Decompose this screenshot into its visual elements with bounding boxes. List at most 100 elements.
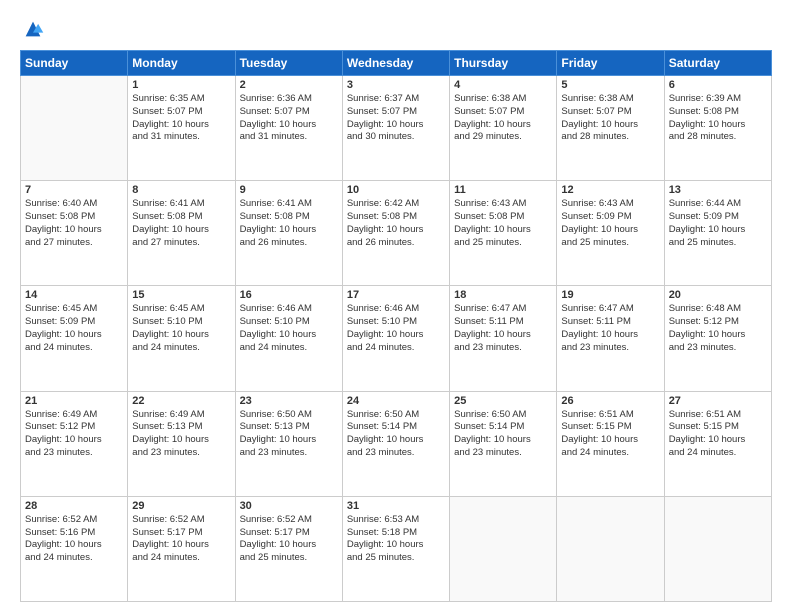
calendar-cell: 30 Sunrise: 6:52 AM Sunset: 5:17 PM Dayli… (235, 496, 342, 601)
calendar-cell: 19 Sunrise: 6:47 AM Sunset: 5:11 PM Dayli… (557, 286, 664, 391)
calendar-cell: 9 Sunrise: 6:41 AM Sunset: 5:08 PM Daylig… (235, 181, 342, 286)
calendar-week-row: 28Sunrise: 6:52 AM Sunset: 5:16 PM Dayli… (21, 496, 772, 601)
day-number: 29 (132, 500, 230, 512)
day-number: 27 (669, 395, 767, 407)
day-number: 9 (240, 184, 338, 196)
calendar-cell: 28Sunrise: 6:52 AM Sunset: 5:16 PM Dayli… (21, 496, 128, 601)
day-number: 4 (454, 79, 552, 91)
day-number: 10 (347, 184, 445, 196)
weekday-header: Monday (128, 51, 235, 76)
day-info: Sunrise: 6:50 AM Sunset: 5:13 PM Dayligh… (240, 409, 338, 460)
day-number: 7 (25, 184, 123, 196)
header (20, 18, 772, 40)
day-info: Sunrise: 6:41 AM Sunset: 5:08 PM Dayligh… (240, 198, 338, 249)
day-info: Sunrise: 6:52 AM Sunset: 5:17 PM Dayligh… (240, 514, 338, 565)
day-number: 28 (25, 500, 123, 512)
calendar-cell: 17 Sunrise: 6:46 AM Sunset: 5:10 PM Dayli… (342, 286, 449, 391)
calendar-cell: 7 Sunrise: 6:40 AM Sunset: 5:08 PM Daylig… (21, 181, 128, 286)
calendar-cell: 24 Sunrise: 6:50 AM Sunset: 5:14 PM Dayli… (342, 391, 449, 496)
calendar-cell: 4 Sunrise: 6:38 AM Sunset: 5:07 PM Daylig… (450, 76, 557, 181)
weekday-header: Wednesday (342, 51, 449, 76)
day-info: Sunrise: 6:41 AM Sunset: 5:08 PM Dayligh… (132, 198, 230, 249)
day-info: Sunrise: 6:53 AM Sunset: 5:18 PM Dayligh… (347, 514, 445, 565)
day-info: Sunrise: 6:36 AM Sunset: 5:07 PM Dayligh… (240, 93, 338, 144)
calendar-cell: 3 Sunrise: 6:37 AM Sunset: 5:07 PM Daylig… (342, 76, 449, 181)
calendar-cell: 21 Sunrise: 6:49 AM Sunset: 5:12 PM Dayli… (21, 391, 128, 496)
calendar-cell: 5 Sunrise: 6:38 AM Sunset: 5:07 PM Daylig… (557, 76, 664, 181)
day-info: Sunrise: 6:42 AM Sunset: 5:08 PM Dayligh… (347, 198, 445, 249)
day-number: 31 (347, 500, 445, 512)
weekday-header: Tuesday (235, 51, 342, 76)
day-number: 21 (25, 395, 123, 407)
calendar-cell: 27 Sunrise: 6:51 AM Sunset: 5:15 PM Dayli… (664, 391, 771, 496)
calendar-cell: 13Sunrise: 6:44 AM Sunset: 5:09 PM Dayli… (664, 181, 771, 286)
day-info: Sunrise: 6:50 AM Sunset: 5:14 PM Dayligh… (347, 409, 445, 460)
day-info: Sunrise: 6:46 AM Sunset: 5:10 PM Dayligh… (240, 303, 338, 354)
day-number: 2 (240, 79, 338, 91)
day-number: 17 (347, 289, 445, 301)
logo-icon (22, 18, 44, 40)
calendar-week-row: 7 Sunrise: 6:40 AM Sunset: 5:08 PM Daylig… (21, 181, 772, 286)
calendar-cell: 11Sunrise: 6:43 AM Sunset: 5:08 PM Dayli… (450, 181, 557, 286)
day-info: Sunrise: 6:37 AM Sunset: 5:07 PM Dayligh… (347, 93, 445, 144)
calendar-cell: 12Sunrise: 6:43 AM Sunset: 5:09 PM Dayli… (557, 181, 664, 286)
day-number: 20 (669, 289, 767, 301)
weekday-header: Thursday (450, 51, 557, 76)
day-info: Sunrise: 6:48 AM Sunset: 5:12 PM Dayligh… (669, 303, 767, 354)
day-number: 19 (561, 289, 659, 301)
calendar-cell: 16 Sunrise: 6:46 AM Sunset: 5:10 PM Dayli… (235, 286, 342, 391)
day-number: 16 (240, 289, 338, 301)
day-info: Sunrise: 6:40 AM Sunset: 5:08 PM Dayligh… (25, 198, 123, 249)
calendar-week-row: 21 Sunrise: 6:49 AM Sunset: 5:12 PM Dayli… (21, 391, 772, 496)
calendar-cell: 18Sunrise: 6:47 AM Sunset: 5:11 PM Dayli… (450, 286, 557, 391)
day-number: 3 (347, 79, 445, 91)
day-info: Sunrise: 6:38 AM Sunset: 5:07 PM Dayligh… (561, 93, 659, 144)
day-info: Sunrise: 6:46 AM Sunset: 5:10 PM Dayligh… (347, 303, 445, 354)
calendar-cell: 10 Sunrise: 6:42 AM Sunset: 5:08 PM Dayli… (342, 181, 449, 286)
weekday-header: Sunday (21, 51, 128, 76)
calendar-week-row: 14 Sunrise: 6:45 AM Sunset: 5:09 PM Dayli… (21, 286, 772, 391)
calendar-cell: 25 Sunrise: 6:50 AM Sunset: 5:14 PM Dayli… (450, 391, 557, 496)
calendar-cell: 14 Sunrise: 6:45 AM Sunset: 5:09 PM Dayli… (21, 286, 128, 391)
day-number: 11 (454, 184, 552, 196)
day-number: 14 (25, 289, 123, 301)
day-number: 30 (240, 500, 338, 512)
day-info: Sunrise: 6:38 AM Sunset: 5:07 PM Dayligh… (454, 93, 552, 144)
calendar-cell (21, 76, 128, 181)
day-number: 24 (347, 395, 445, 407)
day-info: Sunrise: 6:49 AM Sunset: 5:13 PM Dayligh… (132, 409, 230, 460)
calendar-cell (557, 496, 664, 601)
calendar-cell: 20 Sunrise: 6:48 AM Sunset: 5:12 PM Dayli… (664, 286, 771, 391)
day-number: 6 (669, 79, 767, 91)
calendar-cell: 31 Sunrise: 6:53 AM Sunset: 5:18 PM Dayli… (342, 496, 449, 601)
calendar-cell: 15Sunrise: 6:45 AM Sunset: 5:10 PM Dayli… (128, 286, 235, 391)
calendar-week-row: 1Sunrise: 6:35 AM Sunset: 5:07 PM Daylig… (21, 76, 772, 181)
day-info: Sunrise: 6:52 AM Sunset: 5:17 PM Dayligh… (132, 514, 230, 565)
calendar-cell (450, 496, 557, 601)
weekday-header-row: SundayMondayTuesdayWednesdayThursdayFrid… (21, 51, 772, 76)
day-number: 8 (132, 184, 230, 196)
day-info: Sunrise: 6:44 AM Sunset: 5:09 PM Dayligh… (669, 198, 767, 249)
day-info: Sunrise: 6:49 AM Sunset: 5:12 PM Dayligh… (25, 409, 123, 460)
day-number: 26 (561, 395, 659, 407)
day-info: Sunrise: 6:50 AM Sunset: 5:14 PM Dayligh… (454, 409, 552, 460)
day-info: Sunrise: 6:45 AM Sunset: 5:09 PM Dayligh… (25, 303, 123, 354)
day-number: 25 (454, 395, 552, 407)
day-info: Sunrise: 6:35 AM Sunset: 5:07 PM Dayligh… (132, 93, 230, 144)
day-number: 5 (561, 79, 659, 91)
day-info: Sunrise: 6:51 AM Sunset: 5:15 PM Dayligh… (561, 409, 659, 460)
day-number: 18 (454, 289, 552, 301)
calendar-cell: 26 Sunrise: 6:51 AM Sunset: 5:15 PM Dayli… (557, 391, 664, 496)
day-number: 23 (240, 395, 338, 407)
day-info: Sunrise: 6:51 AM Sunset: 5:15 PM Dayligh… (669, 409, 767, 460)
calendar-cell: 1Sunrise: 6:35 AM Sunset: 5:07 PM Daylig… (128, 76, 235, 181)
calendar-cell: 29 Sunrise: 6:52 AM Sunset: 5:17 PM Dayli… (128, 496, 235, 601)
day-number: 12 (561, 184, 659, 196)
calendar-cell: 8 Sunrise: 6:41 AM Sunset: 5:08 PM Daylig… (128, 181, 235, 286)
weekday-header: Friday (557, 51, 664, 76)
day-info: Sunrise: 6:47 AM Sunset: 5:11 PM Dayligh… (561, 303, 659, 354)
calendar-cell (664, 496, 771, 601)
day-info: Sunrise: 6:45 AM Sunset: 5:10 PM Dayligh… (132, 303, 230, 354)
calendar-cell: 2 Sunrise: 6:36 AM Sunset: 5:07 PM Daylig… (235, 76, 342, 181)
calendar-table: SundayMondayTuesdayWednesdayThursdayFrid… (20, 50, 772, 602)
